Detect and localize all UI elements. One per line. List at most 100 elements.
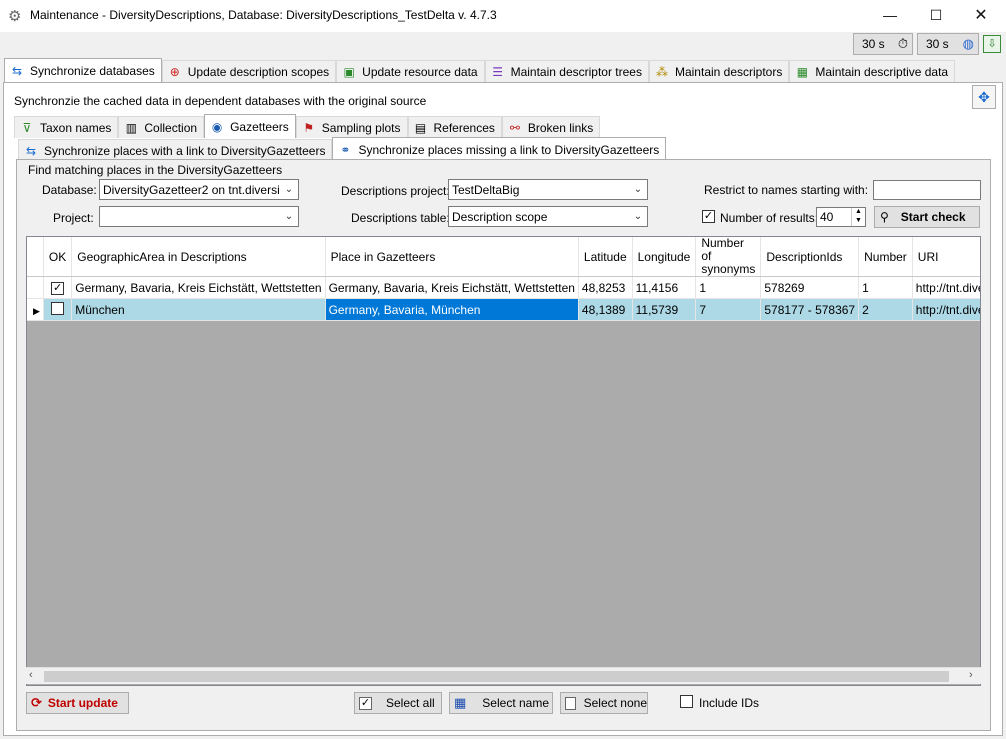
number-cell[interactable]: 1 [858, 276, 913, 299]
start-update-button[interactable]: ⟳ Start update [26, 692, 129, 714]
tab-taxon-names[interactable]: ⊽ Taxon names [14, 116, 119, 138]
tab-maintain-descriptive-data[interactable]: ▦ Maintain descriptive data [789, 60, 956, 82]
tab-broken-links[interactable]: ⚯ Broken links [501, 116, 601, 138]
ok-cell[interactable] [43, 298, 73, 321]
column-header-ok[interactable]: OK [43, 237, 73, 277]
column-header-synonyms[interactable]: Number of synonyms [695, 237, 762, 277]
chevron-down-icon: ⌄ [284, 211, 294, 222]
broken-link-icon: ⚯ [509, 120, 520, 135]
column-header-longitude[interactable]: Longitude [632, 237, 697, 277]
place-cell[interactable]: Germany, Bavaria, München [325, 298, 579, 321]
tab-sync-with-link[interactable]: ⇆ Synchronize places with a link to Dive… [18, 139, 333, 161]
tab-references[interactable]: ▤ References [407, 116, 502, 138]
sync-mode-tab-bar: ⇆ Synchronize places with a link to Dive… [18, 137, 667, 161]
start-check-button[interactable]: ⚲ Start check [874, 206, 980, 228]
sub-tab-bar: ⊽ Taxon names ▥ Collection ◉ Gazetteers … [14, 114, 601, 138]
number-of-results-checkbox[interactable]: ✓ [702, 210, 715, 223]
gear-icon: ⚙ [8, 8, 22, 25]
tab-update-resource-data[interactable]: ▣ Update resource data [336, 60, 485, 82]
area-cell[interactable]: Germany, Bavaria, Kreis Eichstätt, Wetts… [71, 276, 326, 299]
window-title: Maintenance - DiversityDescriptions, Dat… [30, 8, 497, 22]
globe-help-icon: ◍ [962, 36, 974, 51]
uri-cell[interactable]: http://tnt.diversity [912, 298, 980, 321]
column-header-latitude[interactable]: Latitude [578, 237, 633, 277]
chevron-down-icon: ⌄ [633, 211, 643, 222]
column-header-place[interactable]: Place in Gazetteers [325, 237, 579, 277]
results-table: OK GeographicArea in Descriptions Place … [27, 237, 980, 321]
synonyms-cell[interactable]: 7 [695, 298, 762, 321]
current-row-icon: ▶ [33, 305, 40, 316]
main-tab-bar: ⇆ Synchronize databases ⊕ Update descrip… [4, 58, 956, 82]
sync-db-icon: ⇆ [25, 143, 37, 158]
longitude-cell[interactable]: 11,5739 [632, 298, 697, 321]
select-none-button[interactable]: Select none [560, 692, 648, 714]
stepper-up-icon[interactable]: ▲ [851, 208, 865, 217]
place-cell[interactable]: Germany, Bavaria, Kreis Eichstätt, Wetts… [325, 276, 579, 299]
row-header[interactable] [27, 276, 44, 299]
horizontal-scrollbar[interactable]: ‹ › [26, 667, 981, 684]
tab-sampling-plots[interactable]: ⚑ Sampling plots [295, 116, 408, 138]
column-header-uri[interactable]: URI [912, 237, 980, 277]
plot-icon: ⚑ [303, 120, 315, 135]
select-all-button[interactable]: ✓ Select all [354, 692, 442, 714]
timer-button-1[interactable]: 30 s ⏱ [853, 33, 913, 55]
results-grid[interactable]: OK GeographicArea in Descriptions Place … [26, 236, 981, 686]
scroll-thumb[interactable] [44, 671, 949, 682]
table-row[interactable]: ✓ Germany, Bavaria, Kreis Eichstätt, Wet… [27, 276, 980, 299]
export-icon[interactable]: ⇩ [983, 35, 1001, 53]
synonyms-cell[interactable]: 1 [695, 276, 762, 299]
stepper-down-icon[interactable]: ▼ [851, 217, 865, 226]
description-text: Synchronzie the cached data in dependent… [14, 94, 427, 108]
select-name-button[interactable]: ▦ Select name [449, 692, 553, 714]
tab-maintain-descriptors[interactable]: ⁂ Maintain descriptors [648, 60, 790, 82]
tab-synchronize-databases[interactable]: ⇆ Synchronize databases [4, 58, 162, 82]
timer-label: 30 s [862, 37, 885, 51]
ok-checkbox[interactable]: ✓ [51, 282, 65, 295]
maximize-button[interactable]: ☐ [913, 0, 959, 30]
timer-button-2[interactable]: 30 s ◍ [917, 33, 979, 55]
scroll-right-icon[interactable]: › [969, 669, 973, 681]
layout-arrows-button[interactable]: ✥ [972, 85, 996, 109]
tab-update-description-scopes[interactable]: ⊕ Update description scopes [161, 60, 337, 82]
minimize-button[interactable]: — [867, 0, 913, 30]
include-ids-checkbox[interactable] [680, 695, 693, 708]
column-header-geographic-area[interactable]: GeographicArea in Descriptions [71, 237, 326, 277]
ok-cell[interactable]: ✓ [43, 276, 73, 299]
restrict-input[interactable] [873, 180, 981, 200]
tab-sync-missing-link[interactable]: ⚭ Synchronize places missing a link to D… [332, 137, 667, 161]
database-select[interactable]: DiversityGazetteer2 on tnt.diversitywo⌄ [99, 179, 299, 200]
barcode-icon: ▥ [125, 120, 138, 135]
description-ids-cell[interactable]: 578269 [760, 276, 860, 299]
ok-checkbox[interactable] [51, 301, 65, 315]
tab-collection[interactable]: ▥ Collection [118, 116, 205, 138]
target-icon: ⊕ [169, 64, 180, 79]
tab-maintain-descriptor-trees[interactable]: ☰ Maintain descriptor trees [484, 60, 649, 82]
column-header-number[interactable]: Number [858, 237, 913, 277]
number-cell[interactable]: 2 [858, 298, 913, 321]
table-row[interactable]: ▶ München Germany, Bavaria, München 48,1… [27, 298, 980, 321]
longitude-cell[interactable]: 11,4156 [632, 276, 697, 299]
number-of-results-stepper[interactable]: 40 ▲ ▼ [816, 207, 866, 227]
uri-cell[interactable]: http://tnt.diversity [912, 276, 980, 299]
descriptions-table-select[interactable]: Description scope ⌄ [448, 206, 648, 227]
area-cell[interactable]: München [71, 298, 326, 321]
checked-icon: ✓ [359, 696, 372, 710]
project-select[interactable]: ⌄ [99, 206, 299, 227]
data-icon: ▦ [796, 64, 809, 79]
timer-label: 30 s [926, 37, 949, 51]
descriptions-project-select[interactable]: TestDeltaBig ⌄ [448, 179, 648, 200]
column-header-rowheader [27, 237, 44, 277]
latitude-cell[interactable]: 48,1389 [578, 298, 633, 321]
column-header-description-ids[interactable]: DescriptionIds [760, 237, 860, 277]
clock-icon: ⏱ [897, 36, 908, 51]
close-button[interactable]: ✕ [958, 0, 1004, 30]
number-of-results-value: 40 [820, 210, 834, 224]
descriptions-project-label: Descriptions project: [341, 184, 450, 198]
latitude-cell[interactable]: 48,8253 [578, 276, 633, 299]
description-ids-cell[interactable]: 578177 - 578367 [760, 298, 860, 321]
scroll-left-icon[interactable]: ‹ [29, 669, 33, 681]
taxon-icon: ⊽ [22, 120, 32, 135]
tab-gazetteers[interactable]: ◉ Gazetteers [204, 114, 296, 138]
row-header[interactable]: ▶ [27, 298, 44, 321]
image-icon: ▣ [343, 64, 355, 79]
